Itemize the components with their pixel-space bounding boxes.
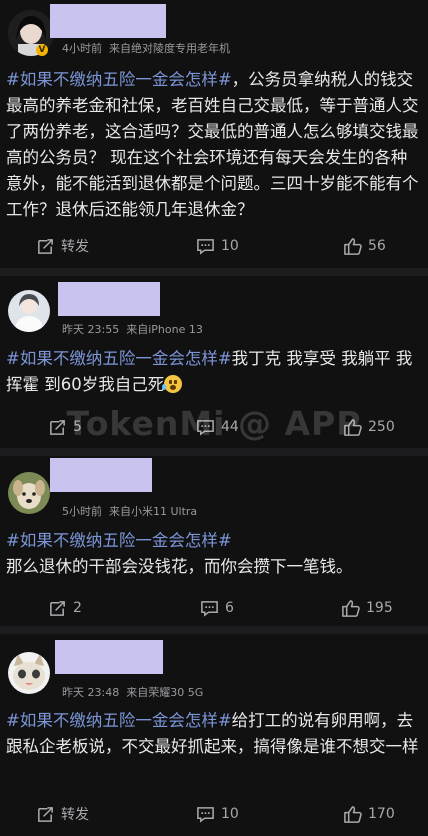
redacted-username[interactable] [50, 458, 152, 492]
redacted-username[interactable] [50, 4, 166, 38]
action-bar: 转发 10 170 [0, 800, 428, 828]
post-device: 来自绝对陵度专用老年机 [109, 42, 230, 55]
hashtag-link[interactable]: #如果不缴纳五险一金会怎样# [6, 70, 232, 89]
like-count: 170 [368, 806, 395, 822]
comment-icon [201, 600, 218, 617]
post-card: 昨天 23:55 来自iPhone 13 #如果不缴纳五险一金会怎样#我丁克 我… [0, 276, 428, 448]
thumbs-up-icon [344, 237, 362, 255]
repost-button[interactable]: 转发 [36, 800, 89, 828]
post-time: 5小时前 [62, 505, 102, 518]
comment-button[interactable]: 44 [196, 413, 239, 441]
comment-count: 44 [221, 419, 239, 435]
thumbs-up-icon [344, 805, 362, 823]
comment-count: 10 [221, 806, 239, 822]
crying-face-icon [162, 375, 183, 393]
like-button[interactable]: 170 [343, 800, 395, 828]
post-time: 4小时前 [62, 42, 102, 55]
comment-icon [197, 806, 214, 823]
comment-icon [197, 238, 214, 255]
repost-icon [50, 600, 65, 616]
repost-label: 转发 [61, 807, 89, 823]
repost-button[interactable]: 5 [48, 413, 82, 441]
post-text: 那么退休的干部会没钱花，而你会攒下一笔钱。 [6, 557, 353, 576]
hashtag-link[interactable]: #如果不缴纳五险一金会怎样# [6, 711, 232, 730]
post-meta: 5小时前 来自小米11 Ultra [62, 503, 197, 519]
post-card: 5小时前 来自小米11 Ultra #如果不缴纳五险一金会怎样# 那么退休的干部… [0, 456, 428, 626]
like-button[interactable]: 195 [341, 594, 393, 622]
like-count: 56 [368, 238, 386, 254]
hashtag-link[interactable]: #如果不缴纳五险一金会怎样# [6, 531, 232, 550]
like-count: 250 [368, 419, 395, 435]
post-separator [0, 448, 428, 456]
post-card: V 4小时前 来自绝对陵度专用老年机 #如果不缴纳五险一金会怎样#，公务员拿纳税… [0, 0, 428, 268]
post-body: #如果不缴纳五险一金会怎样# 那么退休的干部会没钱花，而你会攒下一笔钱。 [6, 528, 420, 580]
post-body: #如果不缴纳五险一金会怎样#，公务员拿纳税人的钱交最高的养老金和社保，老百姓自己… [6, 67, 420, 223]
post-time: 昨天 23:55 [62, 323, 120, 336]
action-bar: 2 6 195 [0, 594, 428, 622]
repost-icon [38, 806, 53, 822]
avatar[interactable] [8, 652, 50, 694]
thumbs-up-icon [342, 599, 360, 617]
verified-badge-icon: V [36, 44, 48, 56]
post-text: ，公务员拿纳税人的钱交最高的养老金和社保，老百姓自己交最低，等于普通人交了两份养… [6, 70, 419, 219]
redacted-username[interactable] [55, 640, 163, 674]
like-button[interactable]: 56 [343, 232, 386, 260]
avatar[interactable] [8, 472, 50, 514]
comment-count: 6 [225, 600, 234, 616]
action-bar: 转发 10 56 [0, 232, 428, 260]
comment-button[interactable]: 6 [200, 594, 234, 622]
post-body: #如果不缴纳五险一金会怎样#我丁克 我享受 我躺平 我挥霍 到60岁我自己死 [6, 346, 420, 398]
repost-button[interactable]: 2 [48, 594, 82, 622]
repost-button[interactable]: 转发 [36, 232, 89, 260]
comment-button[interactable]: 10 [196, 800, 239, 828]
repost-count: 5 [73, 419, 82, 435]
like-count: 195 [366, 600, 393, 616]
repost-label: 转发 [61, 239, 89, 255]
post-card: 昨天 23:48 来自荣耀30 5G #如果不缴纳五险一金会怎样#给打工的说有卵… [0, 634, 428, 836]
action-bar: 5 44 250 [0, 413, 428, 441]
like-button[interactable]: 250 [343, 413, 395, 441]
repost-icon [38, 238, 53, 254]
post-separator [0, 626, 428, 634]
post-device: 来自iPhone 13 [126, 323, 203, 336]
post-body: #如果不缴纳五险一金会怎样#给打工的说有卵用啊，去跟私企老板说，不交最好抓起来，… [6, 708, 420, 760]
comment-button[interactable]: 10 [196, 232, 239, 260]
repost-icon [50, 419, 65, 435]
post-time: 昨天 23:48 [62, 686, 120, 699]
post-separator [0, 268, 428, 276]
post-meta: 昨天 23:48 来自荣耀30 5G [62, 684, 203, 700]
thumbs-up-icon [344, 418, 362, 436]
post-meta: 昨天 23:55 来自iPhone 13 [62, 321, 203, 337]
post-meta: 4小时前 来自绝对陵度专用老年机 [62, 40, 230, 56]
post-device: 来自荣耀30 5G [126, 686, 204, 699]
comment-icon [197, 419, 214, 436]
comment-count: 10 [221, 238, 239, 254]
avatar[interactable] [8, 290, 50, 332]
post-device: 来自小米11 Ultra [109, 505, 198, 518]
redacted-username[interactable] [58, 282, 160, 316]
repost-count: 2 [73, 600, 82, 616]
hashtag-link[interactable]: #如果不缴纳五险一金会怎样# [6, 349, 232, 368]
